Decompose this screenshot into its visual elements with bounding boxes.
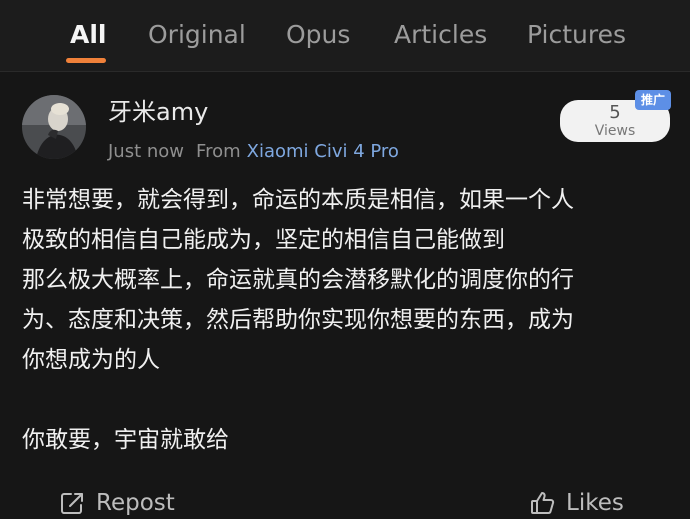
views-label: Views [594,123,636,139]
tab-pictures[interactable]: Pictures [527,18,626,52]
post-body-line: 你敢要，宇宙就敢给 [22,427,229,453]
tab-original[interactable]: Original [148,18,246,52]
post-body-blank-line [22,380,677,420]
share-box-icon [61,493,83,514]
post-source-label: From [196,141,241,162]
tab-opus[interactable]: Opus [286,18,350,52]
post-body-line: 你想成为的人 [22,347,160,373]
tab-all[interactable]: All [70,18,107,52]
tab-bar: All Original Opus Articles Pictures [0,0,690,71]
app-root: All Original Opus Articles Pictures 牙米am… [0,0,690,519]
avatar[interactable] [22,95,86,159]
thumbs-up-icon [531,492,555,514]
avatar-image [22,95,86,159]
header-divider [0,71,690,72]
post-body-line: 为、态度和决策，然后帮助你实现你想要的东西，成为 [22,307,574,333]
post-time: Just now [108,141,185,162]
post-meta: Just now From Xiaomi Civi 4 Pro [108,140,399,164]
active-tab-indicator [66,58,106,63]
post-action-bar: Repost Likes [0,482,690,519]
post-body-line: 那么极大概率上，命运就真的会潜移默化的调度你的行 [22,267,574,293]
post-body-line: 极致的相信自己能成为，坚定的相信自己能做到 [22,227,505,253]
post-source-device[interactable]: Xiaomi Civi 4 Pro [247,141,399,162]
promote-tag[interactable]: 推广 [635,90,671,110]
likes-label: Likes [566,490,624,516]
post-author-name[interactable]: 牙米amy [108,96,208,128]
post-body: 非常想要，就会得到，命运的本质是相信，如果一个人 极致的相信自己能成为，坚定的相… [22,180,677,460]
repost-label: Repost [96,490,175,516]
tab-articles[interactable]: Articles [394,18,487,52]
post-body-line: 非常想要，就会得到，命运的本质是相信，如果一个人 [22,187,574,213]
